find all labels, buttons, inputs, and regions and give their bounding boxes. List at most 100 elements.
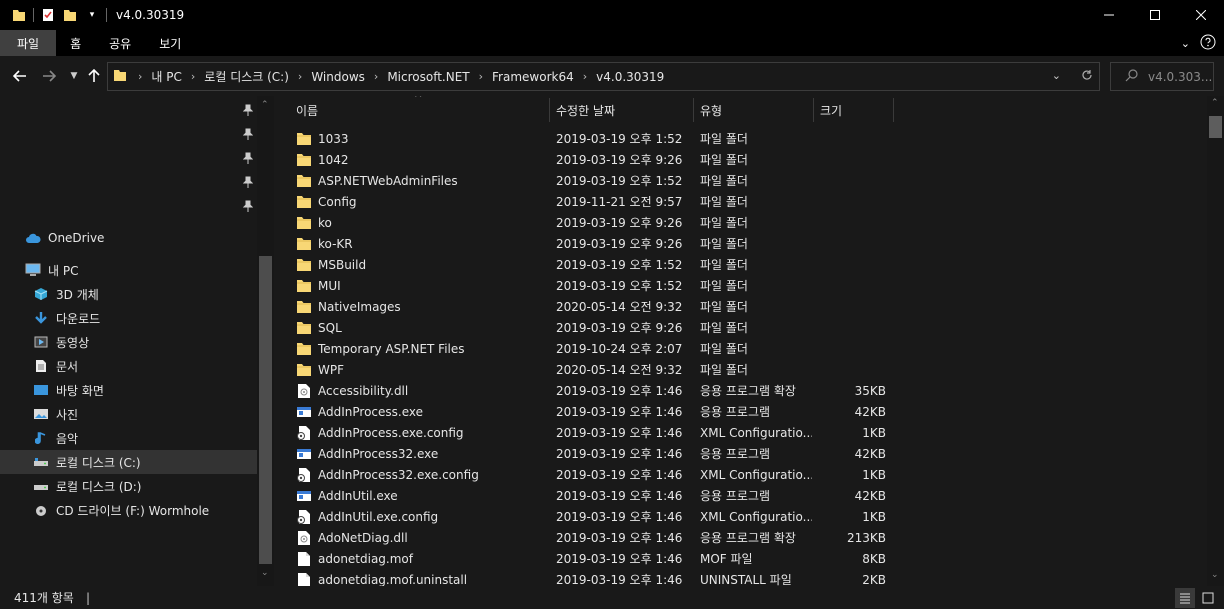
file-row[interactable]: 1033 2019-03-19 오후 1:52 파일 폴더 — [276, 128, 1207, 149]
chevron-right-icon[interactable]: › — [298, 70, 302, 83]
tab-file[interactable]: 파일 — [0, 30, 57, 56]
tab-home[interactable]: 홈 — [56, 30, 95, 56]
scroll-down-icon[interactable]: ⌄ — [261, 568, 269, 578]
chevron-right-icon[interactable]: › — [479, 70, 483, 83]
nav-cd-drive[interactable]: CD 드라이브 (F:) Wormhole — [0, 498, 257, 522]
folder-icon — [296, 152, 312, 168]
refresh-icon[interactable] — [1081, 69, 1093, 84]
scroll-up-icon[interactable]: ⌃ — [1211, 98, 1219, 108]
column-name[interactable]: 이름 — [296, 96, 548, 124]
file-row[interactable]: AddInProcess.exe 2019-03-19 오후 1:46 응용 프로그… — [276, 401, 1207, 422]
column-size[interactable]: 크기 — [820, 96, 890, 124]
chevron-right-icon[interactable]: › — [191, 70, 195, 83]
file-type: 응용 프로그램 — [700, 405, 771, 419]
file-row[interactable]: ko 2019-03-19 오후 9:26 파일 폴더 — [276, 212, 1207, 233]
chevron-right-icon[interactable]: › — [138, 70, 142, 83]
nav-music[interactable]: 음악 — [0, 426, 257, 450]
properties-icon[interactable] — [40, 7, 56, 23]
file-row[interactable]: ko-KR 2019-03-19 오후 9:26 파일 폴더 — [276, 233, 1207, 254]
nav-downloads[interactable]: 다운로드 — [0, 306, 257, 330]
details-view-button[interactable] — [1175, 588, 1195, 608]
pin-icon[interactable] — [238, 124, 258, 144]
file-row[interactable]: MSBuild 2019-03-19 오후 1:52 파일 폴더 — [276, 254, 1207, 275]
file-row[interactable]: ASP.NETWebAdminFiles 2019-03-19 오후 1:52 파일… — [276, 170, 1207, 191]
nav-drive-c[interactable]: 로컬 디스크 (C:) — [0, 450, 257, 474]
file-row[interactable]: 1042 2019-03-19 오후 9:26 파일 폴더 — [276, 149, 1207, 170]
pin-icon[interactable] — [238, 172, 258, 192]
pin-icon[interactable] — [238, 148, 258, 168]
file-row[interactable]: Config 2019-11-21 오전 9:57 파일 폴더 — [276, 191, 1207, 212]
file-row[interactable]: AddInUtil.exe.config 2019-03-19 오후 1:46 XM… — [276, 506, 1207, 527]
nav-drive-d[interactable]: 로컬 디스크 (D:) — [0, 474, 257, 498]
content-scroll-thumb[interactable] — [1209, 116, 1222, 138]
customize-dropdown-icon[interactable]: ▾ — [84, 7, 100, 23]
tab-share[interactable]: 공유 — [95, 30, 145, 56]
scroll-up-icon[interactable]: ⌃ — [261, 100, 269, 110]
nav-this-pc[interactable]: 내 PC — [0, 258, 257, 282]
file-type: 파일 폴더 — [700, 195, 748, 209]
file-row[interactable]: Accessibility.dll 2019-03-19 오후 1:46 응용 프로… — [276, 380, 1207, 401]
folder-icon — [296, 341, 312, 357]
file-row[interactable]: MUI 2019-03-19 오후 1:52 파일 폴더 — [276, 275, 1207, 296]
help-icon[interactable] — [1200, 34, 1216, 53]
nav-videos[interactable]: 동영상 — [0, 330, 257, 354]
breadcrumb-current[interactable]: v4.0.30319 — [596, 70, 664, 84]
pin-icon[interactable] — [238, 196, 258, 216]
file-type: 파일 폴더 — [700, 363, 748, 377]
breadcrumb-microsoft-net[interactable]: Microsoft.NET — [387, 70, 469, 84]
nav-3d-objects[interactable]: 3D 개체 — [0, 282, 257, 306]
address-dropdown-icon[interactable]: ⌄ — [1052, 69, 1061, 82]
breadcrumb-windows[interactable]: Windows — [311, 70, 365, 84]
file-name-cell: ko-KR — [296, 233, 548, 254]
file-row[interactable]: AddInProcess32.exe.config 2019-03-19 오후 1… — [276, 464, 1207, 485]
nav-desktop[interactable]: 바탕 화면 — [0, 378, 257, 402]
chevron-right-icon[interactable]: › — [374, 70, 378, 83]
tab-view[interactable]: 보기 — [145, 30, 195, 56]
file-date: 2019-03-19 오후 1:46 — [556, 489, 683, 503]
file-name: 1042 — [318, 152, 349, 167]
pin-icon[interactable] — [238, 100, 258, 120]
nav-pictures[interactable]: 사진 — [0, 402, 257, 426]
file-row[interactable]: AddInProcess32.exe 2019-03-19 오후 1:46 응용 프… — [276, 443, 1207, 464]
file-row[interactable]: AddInUtil.exe 2019-03-19 오후 1:46 응용 프로그램 42… — [276, 485, 1207, 506]
file-name-cell: ASP.NETWebAdminFiles — [296, 170, 548, 191]
folder-icon — [11, 7, 27, 23]
file-name-cell: Accessibility.dll — [296, 380, 548, 401]
file-row[interactable]: adonetdiag.mof 2019-03-19 오후 1:46 MOF 파일 8K… — [276, 548, 1207, 569]
nav-scroll-thumb[interactable] — [259, 256, 272, 564]
back-button[interactable] — [8, 64, 32, 88]
minimize-button[interactable] — [1086, 0, 1132, 30]
scroll-down-icon[interactable]: ⌄ — [1211, 570, 1219, 580]
close-button[interactable] — [1178, 0, 1224, 30]
breadcrumb-drive-c[interactable]: 로컬 디스크 (C:) — [204, 68, 289, 85]
content-scrollbar[interactable]: ⌃ ⌄ — [1207, 96, 1224, 586]
file-row[interactable]: adonetdiag.mof.uninstall 2019-03-19 오후 1:… — [276, 569, 1207, 586]
file-size — [816, 233, 886, 254]
file-row[interactable]: AdoNetDiag.dll 2019-03-19 오후 1:46 응용 프로그램 … — [276, 527, 1207, 548]
expand-ribbon-icon[interactable]: ⌄ — [1181, 37, 1190, 50]
breadcrumb-this-pc[interactable]: 내 PC — [151, 68, 181, 85]
forward-button[interactable] — [37, 64, 61, 88]
column-date[interactable]: 수정한 날짜 — [556, 96, 692, 124]
breadcrumb-framework64[interactable]: Framework64 — [492, 70, 574, 84]
nav-onedrive[interactable]: OneDrive — [0, 226, 257, 250]
file-size — [816, 191, 886, 212]
maximize-button[interactable] — [1132, 0, 1178, 30]
file-row[interactable]: WPF 2020-05-14 오전 9:32 파일 폴더 — [276, 359, 1207, 380]
large-icons-view-button[interactable] — [1198, 588, 1218, 608]
new-folder-icon[interactable] — [62, 7, 78, 23]
file-name: MUI — [318, 278, 341, 293]
file-row[interactable]: SQL 2019-03-19 오후 9:26 파일 폴더 — [276, 317, 1207, 338]
chevron-right-icon[interactable]: › — [583, 70, 587, 83]
file-row[interactable]: Temporary ASP.NET Files 2019-10-24 오후 2:0… — [276, 338, 1207, 359]
search-box[interactable]: v4.0.303... — [1110, 62, 1214, 91]
up-button[interactable] — [82, 64, 106, 88]
file-row[interactable]: AddInProcess.exe.config 2019-03-19 오후 1:4… — [276, 422, 1207, 443]
nav-documents[interactable]: 문서 — [0, 354, 257, 378]
column-type[interactable]: 유형 — [700, 96, 812, 124]
address-bar[interactable]: › 내 PC › 로컬 디스크 (C:) › Windows › Microso… — [107, 62, 1100, 91]
file-type: 응용 프로그램 — [700, 489, 771, 503]
nav-scrollbar[interactable]: ⌃ ⌄ — [257, 96, 274, 586]
file-row[interactable]: NativeImages 2020-05-14 오전 9:32 파일 폴더 — [276, 296, 1207, 317]
exe-file-icon — [296, 446, 312, 462]
